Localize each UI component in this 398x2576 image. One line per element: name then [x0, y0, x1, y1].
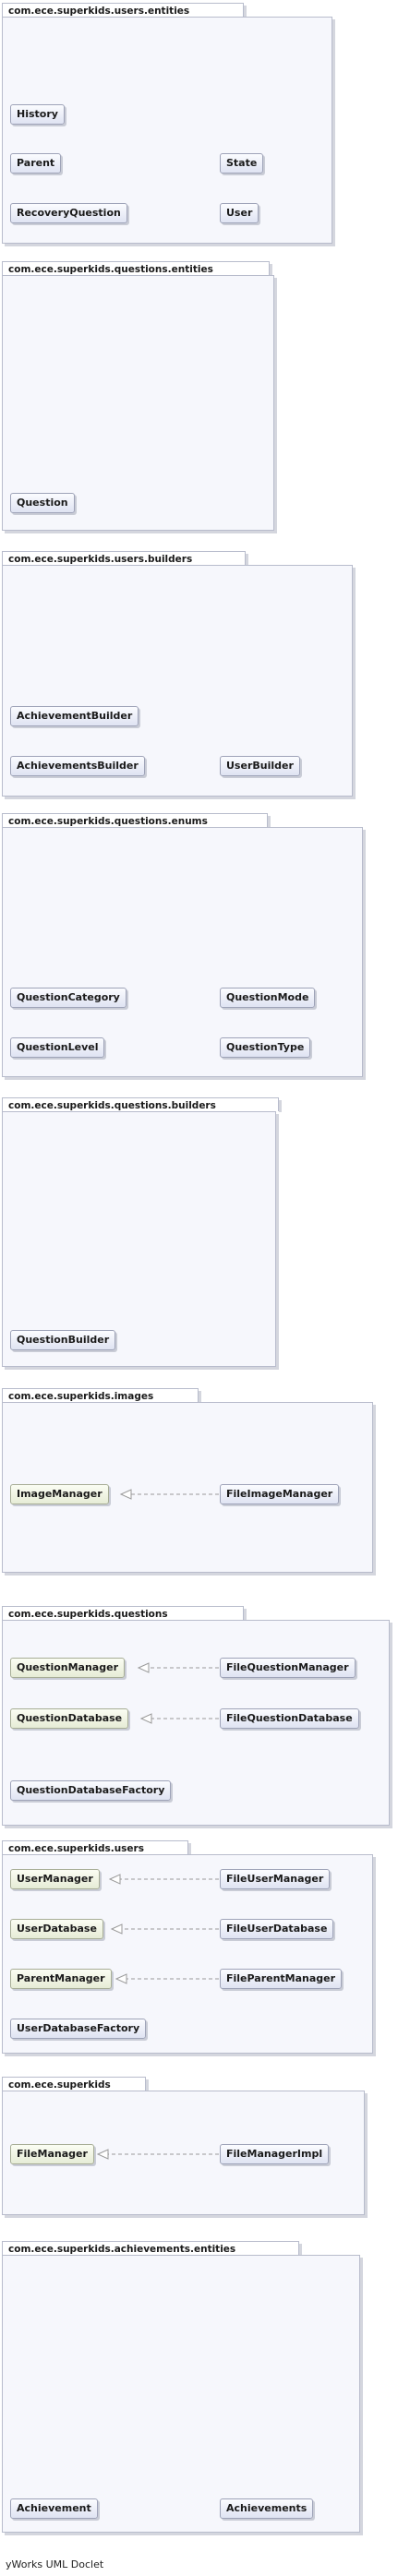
class-question-builder[interactable]: QuestionBuilder: [10, 1330, 116, 1350]
class-file-parent-manager[interactable]: FileParentManager: [220, 1969, 343, 1989]
package-questions-entities: com.ece.superkids.questions.entities: [2, 261, 274, 531]
class-file-question-database[interactable]: FileQuestionDatabase: [220, 1708, 359, 1729]
package-questions-builders: com.ece.superkids.questions.builders: [2, 1097, 282, 1367]
class-user[interactable]: User: [220, 203, 259, 223]
class-file-image-manager[interactable]: FileImageManager: [220, 1484, 340, 1504]
interface-parent-manager[interactable]: ParentManager: [10, 1969, 112, 1989]
package-label: com.ece.superkids.users.builders: [2, 551, 248, 566]
interface-image-manager[interactable]: ImageManager: [10, 1484, 109, 1504]
class-question-level[interactable]: QuestionLevel: [10, 1037, 105, 1058]
interface-question-database[interactable]: QuestionDatabase: [10, 1708, 129, 1729]
interface-user-manager[interactable]: UserManager: [10, 1869, 100, 1889]
interface-question-manager[interactable]: QuestionManager: [10, 1658, 125, 1678]
interface-file-manager[interactable]: FileManager: [10, 2144, 94, 2164]
class-file-user-manager[interactable]: FileUserManager: [220, 1869, 331, 1889]
class-parent[interactable]: Parent: [10, 153, 62, 174]
package-label: com.ece.superkids: [2, 2077, 149, 2091]
class-file-user-database[interactable]: FileUserDatabase: [220, 1919, 334, 1939]
package-achievements-entities: com.ece.superkids.achievements.entities: [2, 2241, 360, 2533]
package-label: com.ece.superkids.users: [2, 1840, 191, 1855]
class-achievements-builder[interactable]: AchievementsBuilder: [10, 756, 145, 776]
class-history[interactable]: History: [10, 104, 65, 125]
package-label: com.ece.superkids.questions.enums: [2, 813, 271, 828]
class-question-category[interactable]: QuestionCategory: [10, 988, 127, 1008]
class-file-question-manager[interactable]: FileQuestionManager: [220, 1658, 356, 1678]
package-label: com.ece.superkids.questions: [2, 1606, 247, 1621]
class-question[interactable]: Question: [10, 493, 75, 513]
package-images: com.ece.superkids.images: [2, 1388, 373, 1573]
interface-user-database[interactable]: UserDatabase: [10, 1919, 103, 1939]
class-question-type[interactable]: QuestionType: [220, 1037, 311, 1058]
class-question-mode[interactable]: QuestionMode: [220, 988, 316, 1008]
class-achievement[interactable]: Achievement: [10, 2498, 98, 2519]
class-achievements[interactable]: Achievements: [220, 2498, 314, 2519]
class-user-builder[interactable]: UserBuilder: [220, 756, 300, 776]
class-achievement-builder[interactable]: AchievementBuilder: [10, 706, 139, 726]
class-file-manager-impl[interactable]: FileManagerImpl: [220, 2144, 330, 2164]
package-body: [2, 1111, 276, 1367]
class-recovery-question[interactable]: RecoveryQuestion: [10, 203, 127, 223]
package-body: [2, 2255, 360, 2533]
package-label: com.ece.superkids.questions.builders: [2, 1097, 282, 1112]
package-label: com.ece.superkids.images: [2, 1388, 201, 1403]
package-label: com.ece.superkids.questions.entities: [2, 261, 272, 276]
class-state[interactable]: State: [220, 153, 264, 174]
package-label: com.ece.superkids.users.entities: [2, 3, 247, 18]
package-label: com.ece.superkids.achievements.entities: [2, 2241, 302, 2256]
class-user-database-factory[interactable]: UserDatabaseFactory: [10, 2019, 147, 2039]
footer-generator-credit: yWorks UML Doclet: [6, 2558, 104, 2570]
class-question-database-factory[interactable]: QuestionDatabaseFactory: [10, 1780, 172, 1801]
